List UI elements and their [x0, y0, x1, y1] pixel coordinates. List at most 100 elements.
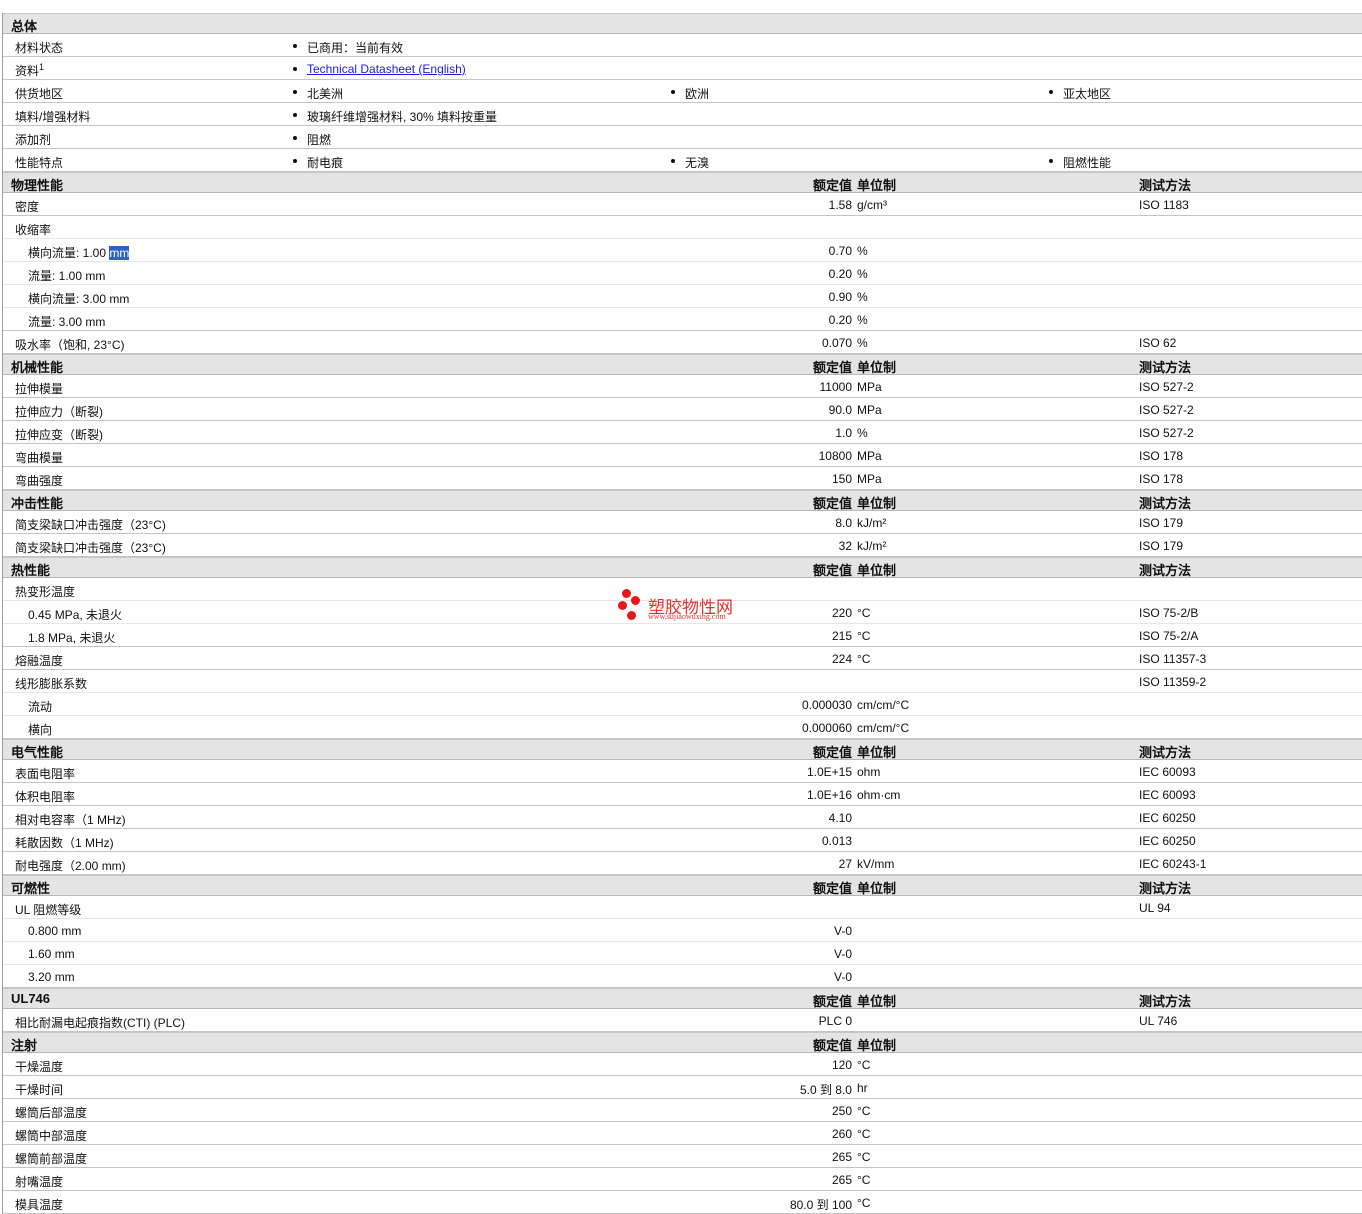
section-title: 物理性能: [11, 178, 64, 193]
section-header: 机械性能 额定值 单位制 测试方法: [3, 354, 1362, 375]
property-row: 3.20 mm V-0: [3, 965, 1362, 988]
section-title: 机械性能: [11, 360, 64, 375]
column-header-method: 测试方法: [1139, 881, 1192, 896]
section-header: 物理性能 额定值 单位制 测试方法: [3, 172, 1362, 193]
section-header: 注射 额定值 单位制: [3, 1032, 1362, 1053]
technical-datasheet-link[interactable]: Technical Datasheet (English): [307, 62, 466, 76]
property-row: 耐电强度（2.00 mm) 27 kV/mm IEC 60243-1: [3, 852, 1362, 875]
section-header-general: 总体: [3, 13, 1362, 34]
section-title: 冲击性能: [11, 496, 64, 511]
property-label-text: UL 阻燃等级: [15, 903, 82, 917]
selected-text[interactable]: mm: [109, 246, 130, 260]
property-value: 150: [831, 472, 852, 486]
property-label-text: 拉伸应变（断裂): [15, 428, 103, 442]
column-header-unit: 单位制: [857, 563, 897, 578]
property-value: 1.0E+16: [806, 788, 852, 802]
property-label-text: 螺筒前部温度: [15, 1152, 88, 1166]
property-label-text: 熔融温度: [15, 654, 64, 668]
bullet-text: 欧洲: [685, 87, 710, 101]
column-header-value: 额定值: [812, 881, 852, 896]
property-label: 简支梁缺口冲击强度（23°C): [15, 516, 166, 533]
property-row: 拉伸应变（断裂) 1.0% ISO 527-2: [3, 421, 1362, 444]
column-header-unit: 单位制: [857, 881, 897, 896]
property-value: 120: [831, 1058, 852, 1072]
bullet-item: 北美洲: [293, 85, 343, 102]
test-method: ISO 178: [1139, 472, 1184, 486]
property-label: 收缩率: [15, 221, 51, 238]
bullet-text: 已商用：当前有效: [307, 41, 404, 55]
general-row: 资料1 Technical Datasheet (English): [3, 57, 1362, 80]
property-row: 线形膨胀系数 ISO 11359-2: [3, 670, 1362, 693]
property-row: 弯曲强度 150 MPa ISO 178: [3, 467, 1362, 490]
column-header-unit: 单位制: [857, 360, 897, 375]
property-label: 横向流量: 1.00 mm: [28, 244, 130, 261]
property-unit: %: [857, 244, 868, 258]
property-value: 1.0: [835, 426, 852, 440]
column-header-unit: 单位制: [857, 496, 897, 511]
property-unit: kV/mm: [857, 857, 895, 871]
property-label: 流量: 1.00 mm: [28, 267, 105, 284]
property-row: 模具温度 80.0 到 100 °C: [3, 1191, 1362, 1214]
property-row: 吸水率（饱和, 23°C) 0.070% ISO 62: [3, 331, 1362, 354]
test-method: ISO 75-2/B: [1139, 606, 1199, 620]
column-header-value: 额定值: [812, 1038, 852, 1053]
test-method: IEC 60093: [1139, 765, 1196, 779]
property-unit: kJ/m²: [857, 539, 887, 553]
property-label-text: 收缩率: [15, 223, 52, 237]
footnote-marker: 1: [39, 62, 45, 72]
row-label-text: 添加剂: [15, 133, 52, 147]
property-unit: MPa: [857, 449, 882, 463]
property-label-text: 相对电容率（1 MHz): [15, 813, 126, 827]
test-method: ISO 75-2/A: [1139, 629, 1199, 643]
property-value: 0.013: [821, 834, 852, 848]
property-unit: MPa: [857, 403, 882, 417]
property-unit: MPa: [857, 380, 882, 394]
property-label: 热变形温度: [15, 583, 75, 600]
test-method: ISO 1183: [1139, 198, 1189, 212]
property-label: 密度: [15, 198, 39, 215]
property-row: 耗散因数（1 MHz) 0.013 IEC 60250: [3, 829, 1362, 852]
section-title: UL746: [11, 991, 51, 1006]
property-value: 1.0E+15: [806, 765, 852, 779]
property-unit: %: [857, 426, 868, 440]
property-row: 干燥时间 5.0 到 8.0 hr: [3, 1076, 1362, 1099]
property-label-text: 密度: [15, 200, 40, 214]
bullet-item: Technical Datasheet (English): [293, 62, 466, 76]
bullet-text: 阻燃: [307, 133, 332, 147]
bullet-item: 耐电痕: [293, 154, 343, 171]
property-value: 80.0 到 100: [789, 1198, 852, 1212]
property-label: 1.8 MPa, 未退火: [28, 629, 115, 646]
general-row: 填料/增强材料 玻璃纤维增强材料, 30% 填料按重量: [3, 103, 1362, 126]
property-label: 流动: [28, 698, 52, 715]
test-method: IEC 60250: [1139, 834, 1196, 848]
property-unit: MPa: [857, 472, 882, 486]
property-row: 热变形温度: [3, 578, 1362, 601]
property-label-text: 横向流量: 1.00: [28, 246, 110, 260]
row-label: 填料/增强材料: [15, 108, 90, 125]
property-unit: %: [857, 313, 868, 327]
property-label-text: 弯曲模量: [15, 451, 64, 465]
property-row: 拉伸应力（断裂) 90.0 MPa ISO 527-2: [3, 398, 1362, 421]
property-row: UL 阻燃等级 UL 94: [3, 896, 1362, 919]
property-label-text: 3.20 mm: [28, 970, 75, 984]
test-method: UL 746: [1139, 1014, 1178, 1028]
property-value: 32: [838, 539, 852, 553]
bullet-item: 无溴: [671, 154, 709, 171]
property-label: 横向: [28, 721, 52, 738]
section-title: 总体: [11, 19, 38, 34]
property-value: 1.58: [828, 198, 852, 212]
property-unit: °C: [857, 1058, 871, 1072]
property-label: 1.60 mm: [28, 947, 75, 961]
property-label: 拉伸应力（断裂): [15, 403, 103, 420]
property-value: 260: [831, 1127, 852, 1141]
column-header-value: 额定值: [812, 994, 852, 1009]
property-unit: kJ/m²: [857, 516, 887, 530]
property-label: 螺筒前部温度: [15, 1150, 87, 1167]
property-label-text: 横向流量: 3.00 mm: [28, 292, 130, 306]
property-unit: %: [857, 267, 868, 281]
column-header-value: 额定值: [812, 360, 852, 375]
column-header-method: 测试方法: [1139, 496, 1192, 511]
column-header-method: 测试方法: [1139, 178, 1192, 193]
column-header-value: 额定值: [812, 745, 852, 760]
property-label: 弯曲模量: [15, 449, 63, 466]
